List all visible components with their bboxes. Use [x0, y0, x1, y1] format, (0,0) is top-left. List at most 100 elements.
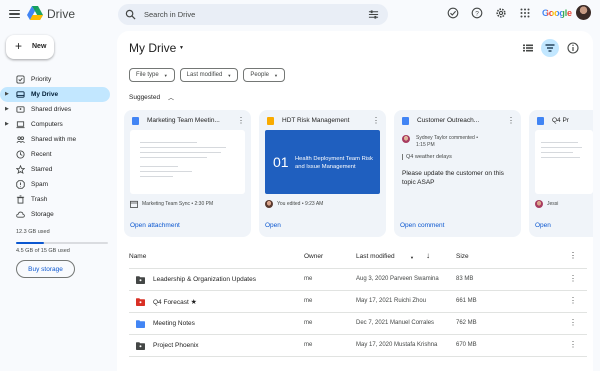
drive-logo-icon[interactable]	[27, 6, 43, 20]
sidebar-item-my-drive[interactable]: ▶ My Drive	[0, 87, 110, 102]
offline-status-icon[interactable]	[447, 7, 459, 19]
storage-meter-fill	[16, 242, 44, 244]
comment-quote: Q4 weather delays	[402, 154, 452, 160]
sidebar-item-shared-with-me[interactable]: Shared with me	[0, 132, 112, 147]
file-name[interactable]: Q4 Forecast	[153, 299, 189, 306]
file-table-header: Name Owner Last modified ▼ ↓ Size ⋮	[129, 251, 587, 265]
chip-label: People	[250, 72, 269, 78]
name-column-header[interactable]: Name	[129, 253, 146, 260]
search-icon[interactable]	[125, 9, 136, 20]
settings-icon[interactable]	[495, 7, 507, 19]
sort-arrow-icon[interactable]: ↓	[426, 251, 430, 260]
more-options-icon[interactable]: ⋮	[507, 116, 515, 125]
table-row[interactable]: Meeting Notes me Dec 7, 2021 Manuel Corr…	[129, 312, 587, 334]
card-meta: Marketing Team Sync • 2:30 PM	[130, 200, 213, 208]
file-owner: me	[304, 320, 313, 326]
sidebar-item-priority[interactable]: Priority	[0, 72, 112, 87]
storage-used-text: 12.3 GB used	[16, 229, 50, 235]
file-name[interactable]: Leadership & Organization Updates	[153, 276, 256, 283]
filter-toggle-button[interactable]	[541, 39, 559, 57]
sidebar-item-label: Shared drives	[31, 105, 72, 113]
collapse-chevron-icon[interactable]: ︿	[168, 93, 174, 102]
info-icon[interactable]	[566, 41, 580, 55]
more-options-icon[interactable]: ⋮	[372, 116, 380, 125]
list-view-icon[interactable]	[521, 41, 535, 55]
google-brand-text: Google	[542, 8, 572, 18]
more-options-icon[interactable]: ⋮	[569, 296, 577, 305]
buy-storage-button[interactable]: Buy storage	[16, 260, 75, 278]
file-name[interactable]: Project Phoenix	[153, 342, 199, 349]
size-column-header[interactable]: Size	[456, 253, 469, 260]
chevron-down-icon[interactable]: ▼	[179, 45, 184, 51]
search-options-icon[interactable]	[368, 9, 379, 20]
last-modified-filter[interactable]: Last modified ▼	[179, 68, 239, 82]
sidebar-item-storage[interactable]: Storage	[0, 207, 112, 222]
new-button[interactable]: + New	[6, 35, 54, 59]
sidebar-item-recent[interactable]: Recent	[0, 147, 112, 162]
card-meta-text: You edited • 9:23 AM	[277, 201, 324, 207]
sidebar-item-label: Spam	[31, 180, 48, 188]
filter-chips: File type ▼ Last modified ▼ People ▼	[129, 68, 285, 82]
suggested-card[interactable]: HDT Risk Management ⋮ 01 Health Deployme…	[259, 110, 386, 237]
owner-column-header[interactable]: Owner	[304, 253, 323, 260]
open-comment-link[interactable]: Open comment	[400, 222, 444, 229]
open-attachment-link[interactable]: Open attachment	[130, 222, 180, 229]
suggested-card[interactable]: Q4 Pr Jessi Open	[529, 110, 593, 237]
docs-icon	[402, 117, 409, 125]
sidebar-item-shared-drives[interactable]: ▶ Shared drives	[0, 102, 112, 117]
shared-with-me-icon	[16, 136, 25, 143]
more-options-icon[interactable]: ⋮	[569, 274, 577, 283]
page-title[interactable]: My Drive	[129, 41, 176, 55]
people-filter[interactable]: People ▼	[243, 68, 285, 82]
open-link[interactable]: Open	[535, 222, 551, 229]
sidebar-item-computers[interactable]: ▶ Computers	[0, 117, 112, 132]
apps-grid-icon[interactable]	[519, 7, 531, 19]
file-type-filter[interactable]: File type ▼	[129, 68, 175, 82]
more-options-icon[interactable]: ⋮	[569, 251, 577, 260]
help-icon[interactable]: ?	[471, 7, 483, 19]
sidebar-item-label: Storage	[31, 210, 54, 218]
table-row[interactable]: Q4 Forecast ★ me May 17, 2021 Ruichi Zho…	[129, 290, 587, 312]
shared-drives-icon	[16, 106, 25, 113]
star-icon[interactable]: ★	[191, 299, 197, 306]
suggested-card[interactable]: Marketing Team Meetin... ⋮ Marketing Tea…	[124, 110, 251, 237]
slide-title-text: Health Deployment Team Risk and Issue Ma…	[295, 156, 373, 170]
google-brand[interactable]: Google	[542, 8, 572, 18]
table-row[interactable]: Project Phoenix me May 17, 2020 Mustafa …	[129, 334, 587, 356]
sidebar-nav: Priority ▶ My Drive ▶ Shared drives ▶ Co…	[0, 72, 112, 222]
expand-caret-icon[interactable]: ▶	[5, 121, 9, 127]
more-options-icon[interactable]: ⋮	[237, 116, 245, 125]
app-title[interactable]: Drive	[47, 7, 75, 21]
priority-icon	[16, 75, 25, 84]
chevron-down-icon[interactable]: ▼	[410, 255, 414, 260]
sidebar-item-spam[interactable]: Spam	[0, 177, 112, 192]
last-modified-column-header[interactable]: Last modified	[356, 253, 395, 260]
table-row[interactable]: Leadership & Organization Updates me Aug…	[129, 268, 587, 290]
comment-text: Please update the customer on this topic…	[402, 170, 504, 186]
file-name-wrap[interactable]: Q4 Forecast ★	[153, 298, 197, 306]
more-options-icon[interactable]: ⋮	[569, 318, 577, 327]
expand-caret-icon[interactable]: ▶	[5, 91, 9, 97]
file-size: 661 MB	[456, 298, 477, 304]
sidebar-item-trash[interactable]: Trash	[0, 192, 112, 207]
docs-icon	[537, 117, 544, 125]
file-modified: Dec 7, 2021 Manuel Corrales	[356, 320, 435, 326]
cloud-icon	[16, 211, 25, 218]
sidebar-item-label: Shared with me	[31, 135, 77, 143]
file-name[interactable]: Meeting Notes	[153, 320, 195, 327]
search-placeholder[interactable]: Search in Drive	[144, 10, 195, 19]
suggested-card[interactable]: Customer Outreach... ⋮ Sydney Taylor com…	[394, 110, 521, 237]
slide-number: 01	[273, 154, 289, 170]
account-avatar[interactable]	[576, 5, 591, 20]
open-link[interactable]: Open	[265, 222, 281, 229]
expand-caret-icon[interactable]: ▶	[5, 106, 9, 112]
search-bar[interactable]: Search in Drive	[118, 4, 388, 25]
star-icon	[16, 165, 25, 174]
card-title: Q4 Pr	[552, 117, 569, 124]
card-title: Customer Outreach...	[417, 117, 480, 124]
sidebar-item-label: Computers	[31, 120, 63, 128]
more-options-icon[interactable]: ⋮	[569, 340, 577, 349]
main-menu-icon[interactable]	[8, 8, 21, 20]
sidebar-item-starred[interactable]: Starred	[0, 162, 112, 177]
card-meta: You edited • 9:23 AM	[265, 200, 323, 208]
